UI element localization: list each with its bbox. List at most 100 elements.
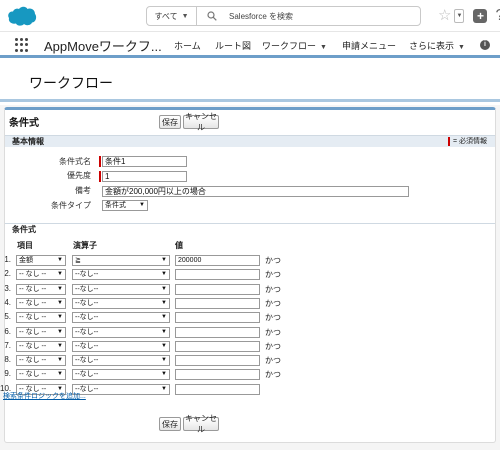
row-number: 7. (4, 340, 11, 350)
nav-item-home[interactable]: ホーム (174, 39, 201, 52)
value-input[interactable] (175, 383, 260, 395)
condition-edit-panel: 条件式 保存 キャンセル 基本情報 = 必須情報 条件式名 条件1 優先度 1 … (0, 107, 496, 443)
chevron-down-icon: ▼ (57, 328, 63, 335)
favorite-star-icon[interactable]: ☆ (438, 8, 451, 23)
value-input[interactable] (175, 283, 260, 295)
global-actions-plus-icon[interactable]: + (473, 8, 488, 23)
value-input[interactable] (175, 355, 260, 367)
panel-title: 条件式 (9, 118, 39, 129)
value-input[interactable] (175, 369, 260, 381)
operator-select[interactable]: --なし-- ▼ (72, 383, 170, 395)
chevron-down-icon: ▼ (161, 257, 167, 263)
info-icon[interactable]: i (480, 40, 490, 50)
chevron-down-icon: ▼ (161, 385, 167, 392)
chevron-down-icon: ▼ (161, 357, 167, 364)
operator-select[interactable]: --なし-- ▼ (72, 269, 170, 281)
operator-select[interactable]: --なし-- ▼ (72, 369, 170, 381)
note-input[interactable]: 金額が200,000円以上の場合 (102, 186, 409, 197)
operator-select-value: --なし-- (75, 299, 99, 307)
operator-select-value: --なし-- (75, 357, 99, 365)
operator-select-value: --なし-- (75, 342, 99, 350)
operator-select[interactable]: --なし-- ▼ (72, 355, 170, 367)
global-search[interactable]: すべて ▼ Salesforce を検索 (146, 6, 421, 26)
column-header-item: 項目 (17, 241, 33, 250)
app-launcher-icon[interactable] (15, 38, 29, 52)
priority-input[interactable]: 1 (102, 171, 187, 182)
nav-item-request-menu[interactable]: 申請メニュー (342, 39, 396, 52)
conjunction-label: かつ (265, 327, 281, 337)
field-select[interactable]: -- なし -- ▼ (16, 355, 66, 367)
search-scope-label: すべて (154, 11, 178, 21)
field-select[interactable]: -- なし -- ▼ (16, 297, 66, 309)
conjunction-label: かつ (265, 341, 281, 351)
value-input[interactable]: 200000 (175, 255, 260, 266)
cancel-button-top[interactable]: キャンセル (183, 112, 219, 132)
conjunction-label: かつ (265, 284, 281, 294)
chevron-down-icon: ▼ (57, 357, 63, 364)
operator-select[interactable]: --なし-- ▼ (72, 283, 170, 295)
operator-select[interactable]: --なし-- ▼ (72, 297, 170, 309)
field-select-value: -- なし -- (19, 299, 47, 307)
favorites-dropdown-icon[interactable]: ▼ (454, 8, 465, 23)
chevron-down-icon: ▼ (57, 285, 63, 292)
conjunction-label: かつ (265, 356, 281, 366)
field-select[interactable]: -- なし -- ▼ (16, 312, 66, 324)
operator-select-value: --なし-- (75, 371, 99, 379)
chevron-down-icon: ▼ (181, 12, 189, 20)
column-header-operator: 演算子 (73, 241, 97, 250)
salesforce-logo[interactable] (7, 6, 37, 27)
field-select[interactable]: -- なし -- ▼ (16, 340, 66, 352)
search-input[interactable]: Salesforce を検索 (229, 11, 293, 22)
field-select-value: -- なし -- (19, 357, 47, 365)
field-select[interactable]: -- なし -- ▼ (16, 326, 66, 338)
page-title: ワークフロー (29, 75, 113, 91)
nav-item-more[interactable]: さらに表示 ▼ (409, 39, 465, 52)
operator-select[interactable]: ≧ ▼ (72, 255, 170, 266)
row-number: 6. (4, 326, 11, 336)
cancel-button-bottom[interactable]: キャンセル (183, 414, 219, 434)
value-input[interactable] (175, 297, 260, 309)
section-basic-info-title: 基本情報 (12, 137, 44, 146)
conjunction-label: かつ (265, 270, 281, 280)
value-input[interactable] (175, 340, 260, 352)
field-select[interactable]: -- なし -- ▼ (16, 283, 66, 295)
chevron-down-icon: ▼ (161, 371, 167, 378)
add-filter-logic-link[interactable]: 検索条件ロジックを追加... (3, 391, 86, 401)
field-select[interactable]: -- なし -- ▼ (16, 369, 66, 381)
condition-name-input[interactable]: 条件1 (102, 156, 187, 167)
search-icon (207, 11, 217, 21)
field-select-value: -- なし -- (19, 328, 47, 336)
operator-select-value: --なし-- (75, 271, 99, 279)
chevron-down-icon[interactable]: ▼ (320, 44, 327, 51)
search-scope-dropdown[interactable]: すべて ▼ (147, 7, 197, 25)
row-number: 9. (4, 369, 11, 379)
nav-item-route-map[interactable]: ルート図 (215, 39, 251, 52)
chevron-down-icon: ▼ (161, 314, 167, 321)
field-select-value: 金額 (19, 257, 33, 264)
value-input[interactable] (175, 269, 260, 281)
condition-type-select[interactable]: 条件式 ▼ (102, 200, 148, 211)
field-select[interactable]: -- なし -- ▼ (16, 269, 66, 281)
save-button-bottom[interactable]: 保存 (159, 417, 181, 431)
operator-select[interactable]: --なし-- ▼ (72, 326, 170, 338)
operator-select-value: --なし-- (75, 328, 99, 336)
save-button-top[interactable]: 保存 (159, 115, 181, 129)
section-basic-info: 基本情報 = 必須情報 (5, 135, 495, 147)
column-header-value: 値 (175, 241, 183, 250)
nav-item-workflow[interactable]: ワークフロー ▼ (262, 39, 327, 52)
operator-select-value: --なし-- (75, 285, 99, 293)
row-number: 5. (4, 312, 11, 322)
field-select[interactable]: 金額 ▼ (16, 255, 66, 266)
operator-select[interactable]: --なし-- ▼ (72, 312, 170, 324)
row-number: 3. (4, 283, 11, 293)
help-icon[interactable]: ? (495, 7, 500, 23)
conjunction-label: かつ (265, 298, 281, 308)
chevron-down-icon: ▼ (57, 299, 63, 306)
nav-item-more-label: さらに表示 (409, 41, 455, 51)
value-input[interactable] (175, 326, 260, 338)
operator-select[interactable]: --なし-- ▼ (72, 340, 170, 352)
section-conditions: 条件式 (5, 223, 495, 235)
required-marker (447, 137, 450, 146)
value-input[interactable] (175, 312, 260, 324)
chevron-down-icon: ▼ (57, 257, 63, 263)
